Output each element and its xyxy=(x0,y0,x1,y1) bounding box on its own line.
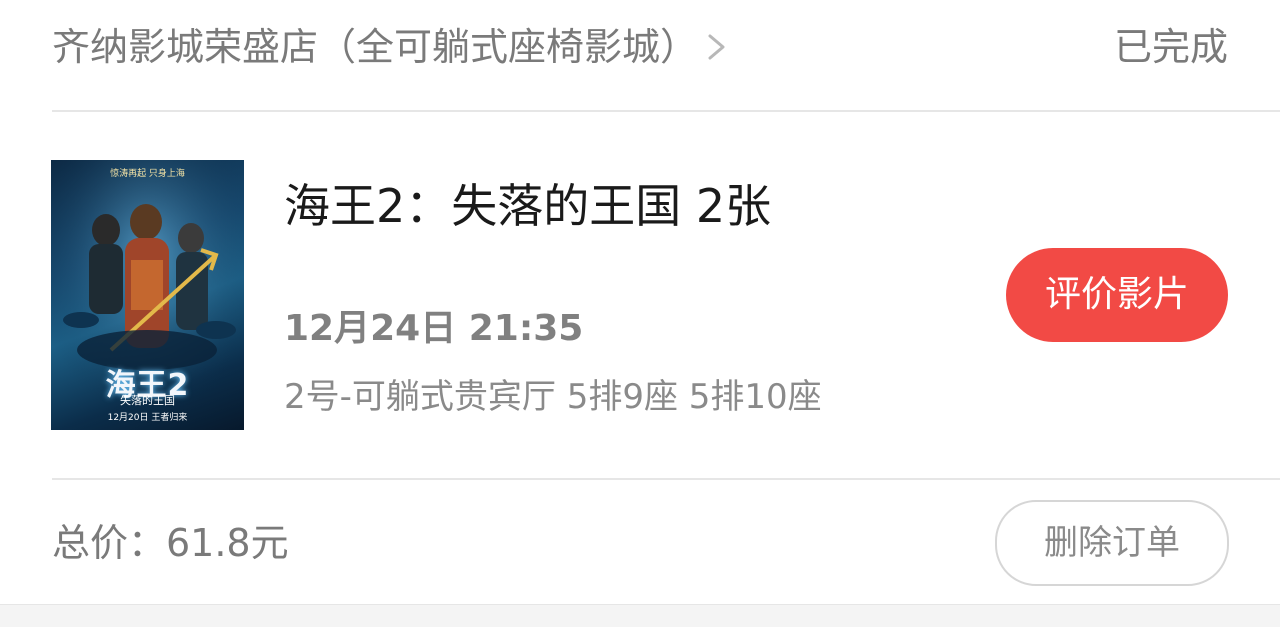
order-card: 齐纳影城荣盛店（全可躺式座椅影城） 已完成 惊涛再起 只身上海 海王2 失落的王… xyxy=(0,0,1280,605)
poster-release-date: 12月20日 王者归来 xyxy=(107,413,188,423)
order-status: 已完成 xyxy=(1113,25,1228,69)
showtime: 12月24日 21:35 xyxy=(284,308,584,349)
delete-order-button[interactable]: 删除订单 xyxy=(995,500,1229,586)
poster-tagline: 惊涛再起 只身上海 xyxy=(110,169,185,179)
review-movie-button[interactable]: 评价影片 xyxy=(1006,248,1228,342)
total-price: 总价：61.8元 xyxy=(52,521,289,565)
divider xyxy=(52,478,1280,480)
divider xyxy=(52,110,1280,112)
cinema-name: 齐纳影城荣盛店（全可躺式座椅影城） xyxy=(52,25,699,69)
order-header: 齐纳影城荣盛店（全可躺式座椅影城） 已完成 xyxy=(52,0,1228,110)
chevron-right-icon xyxy=(708,34,725,60)
hall-and-seats: 2号-可躺式贵宾厅 5排9座 5排10座 xyxy=(284,377,822,417)
movie-poster[interactable]: 惊涛再起 只身上海 海王2 失落的王国 12月20日 王者归来 xyxy=(51,160,244,430)
movie-title: 海王2：失落的王国 2张 xyxy=(284,179,772,233)
list-separator xyxy=(0,604,1280,627)
poster-subtitle: 失落的王国 xyxy=(120,394,175,407)
cinema-link[interactable]: 齐纳影城荣盛店（全可躺式座椅影城） xyxy=(52,22,732,72)
